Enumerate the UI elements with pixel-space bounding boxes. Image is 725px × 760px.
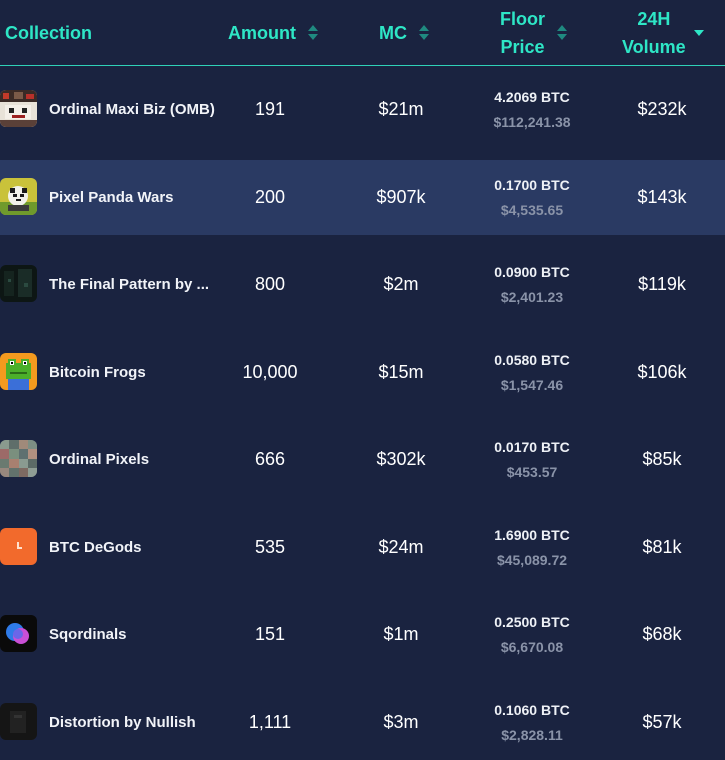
floor-usd: $1,547.46 bbox=[500, 377, 564, 393]
header-amount[interactable]: Amount bbox=[228, 0, 338, 65]
collection-name[interactable]: The Final Pattern by ... bbox=[49, 247, 209, 322]
header-collection-label: Collection bbox=[5, 22, 93, 43]
floor-btc: 0.0170 BTC bbox=[494, 439, 570, 455]
header-floor-line2: Price bbox=[500, 36, 545, 57]
header-volume-label: 24H Volume bbox=[622, 5, 686, 61]
table-header: Collection Amount MC Floor Price 24H Vol… bbox=[0, 0, 725, 66]
header-mc[interactable]: MC bbox=[379, 0, 449, 65]
table-row[interactable]: Ordinal Pixels 666 $302k 0.0170 BTC $453… bbox=[0, 422, 725, 497]
volume-value: $68k bbox=[642, 624, 682, 644]
table-row[interactable]: Ordinal Maxi Biz (OMB) 191 $21m 4.2069 B… bbox=[0, 72, 725, 147]
header-amount-label: Amount bbox=[228, 22, 296, 43]
floor-usd: $6,670.08 bbox=[500, 639, 564, 655]
floor-price-cell: 0.0170 BTC $453.57 bbox=[462, 422, 602, 497]
volume-value: $232k bbox=[637, 99, 687, 119]
mc-value: $1m bbox=[383, 624, 419, 644]
collection-name[interactable]: BTC DeGods bbox=[49, 510, 142, 585]
floor-usd: $2,401.23 bbox=[500, 289, 564, 305]
volume-value: $57k bbox=[642, 712, 682, 732]
sort-desc-active-icon[interactable] bbox=[693, 29, 704, 36]
table-row[interactable]: Sqordinals 151 $1m 0.2500 BTC $6,670.08 … bbox=[0, 597, 725, 672]
sort-arrows-icon[interactable] bbox=[419, 25, 429, 40]
mc-value: $15m bbox=[378, 362, 424, 382]
table-row[interactable]: Pixel Panda Wars 200 $907k 0.1700 BTC $4… bbox=[0, 160, 725, 235]
mc-value: $3m bbox=[383, 712, 419, 732]
floor-price-cell: 0.1700 BTC $4,535.65 bbox=[462, 160, 602, 235]
collection-name[interactable]: Sqordinals bbox=[49, 597, 127, 672]
floor-price-cell: 1.6900 BTC $45,089.72 bbox=[462, 510, 602, 585]
amount-value: 10,000 bbox=[242, 362, 298, 382]
floor-usd: $453.57 bbox=[506, 464, 558, 480]
panda-thumbnail bbox=[0, 178, 37, 215]
floor-btc: 0.0580 BTC bbox=[494, 352, 570, 368]
floor-price-cell: 0.1060 BTC $2,828.11 bbox=[462, 685, 602, 760]
volume-value: $85k bbox=[642, 449, 682, 469]
mc-value: $907k bbox=[376, 187, 426, 207]
collection-name[interactable]: Ordinal Maxi Biz (OMB) bbox=[49, 72, 215, 147]
header-collection[interactable]: Collection bbox=[5, 0, 185, 65]
floor-usd: $45,089.72 bbox=[496, 552, 568, 568]
amount-value: 151 bbox=[254, 624, 286, 644]
volume-value: $143k bbox=[637, 187, 687, 207]
collection-name[interactable]: Ordinal Pixels bbox=[49, 422, 149, 497]
distortion-thumbnail bbox=[0, 703, 37, 740]
floor-price-cell: 4.2069 BTC $112,241.38 bbox=[462, 72, 602, 147]
floor-price-cell: 0.0580 BTC $1,547.46 bbox=[462, 335, 602, 410]
header-24h-volume[interactable]: 24H Volume bbox=[622, 0, 722, 65]
header-volume-line1: 24H bbox=[637, 8, 671, 29]
floor-btc: 0.2500 BTC bbox=[494, 614, 570, 630]
volume-value: $106k bbox=[637, 362, 687, 382]
floor-btc: 4.2069 BTC bbox=[494, 89, 570, 105]
header-volume-line2: Volume bbox=[622, 36, 686, 57]
mc-value: $2m bbox=[383, 274, 419, 294]
floor-price-cell: 0.2500 BTC $6,670.08 bbox=[462, 597, 602, 672]
amount-value: 535 bbox=[254, 537, 286, 557]
amount-value: 191 bbox=[254, 99, 286, 119]
collection-name[interactable]: Pixel Panda Wars bbox=[49, 160, 174, 235]
sqordinals-thumbnail bbox=[0, 615, 37, 652]
header-floor-price[interactable]: Floor Price bbox=[500, 0, 590, 65]
table-row[interactable]: BTC DeGods 535 $24m 1.6900 BTC $45,089.7… bbox=[0, 510, 725, 585]
floor-usd: $4,535.65 bbox=[500, 202, 564, 218]
mc-value: $302k bbox=[376, 449, 426, 469]
table-row[interactable]: The Final Pattern by ... 800 $2m 0.0900 … bbox=[0, 247, 725, 322]
floor-btc: 0.1060 BTC bbox=[494, 702, 570, 718]
header-floor-label: Floor Price bbox=[500, 5, 545, 61]
amount-value: 200 bbox=[254, 187, 286, 207]
pixels-thumbnail bbox=[0, 440, 37, 477]
volume-value: $119k bbox=[638, 274, 686, 294]
amount-value: 800 bbox=[254, 274, 286, 294]
floor-usd: $112,241.38 bbox=[493, 114, 571, 130]
frog-thumbnail bbox=[0, 353, 37, 390]
table-row[interactable]: Bitcoin Frogs 10,000 $15m 0.0580 BTC $1,… bbox=[0, 335, 725, 410]
collection-name[interactable]: Distortion by Nullish bbox=[49, 685, 196, 760]
header-floor-line1: Floor bbox=[500, 8, 545, 29]
floor-btc: 0.0900 BTC bbox=[494, 264, 570, 280]
floor-btc: 0.1700 BTC bbox=[494, 177, 570, 193]
degods-thumbnail bbox=[0, 528, 37, 565]
table-row[interactable]: Distortion by Nullish 1,111 $3m 0.1060 B… bbox=[0, 685, 725, 760]
floor-usd: $2,828.11 bbox=[501, 727, 563, 743]
collection-name[interactable]: Bitcoin Frogs bbox=[49, 335, 146, 410]
floor-price-cell: 0.0900 BTC $2,401.23 bbox=[462, 247, 602, 322]
omb-thumbnail bbox=[0, 90, 37, 127]
pattern-thumbnail bbox=[0, 265, 37, 302]
mc-value: $21m bbox=[378, 99, 424, 119]
amount-value: 666 bbox=[254, 449, 286, 469]
volume-value: $81k bbox=[642, 537, 682, 557]
floor-btc: 1.6900 BTC bbox=[494, 527, 570, 543]
sort-arrows-icon[interactable] bbox=[557, 25, 567, 40]
header-mc-label: MC bbox=[379, 22, 407, 43]
mc-value: $24m bbox=[378, 537, 424, 557]
sort-arrows-icon[interactable] bbox=[307, 25, 318, 40]
amount-value: 1,111 bbox=[248, 712, 292, 732]
